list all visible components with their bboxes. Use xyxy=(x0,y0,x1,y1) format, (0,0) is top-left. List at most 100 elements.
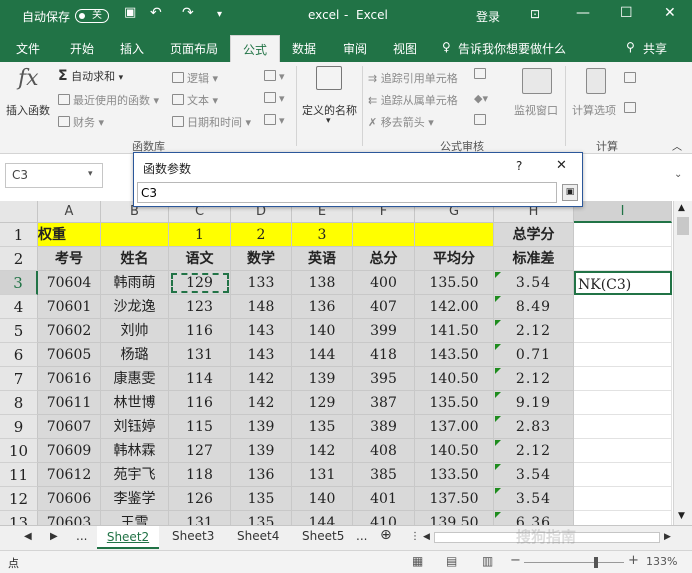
trace-dependents-button[interactable]: 追踪从属单元格 xyxy=(381,94,458,107)
data-cell-average[interactable]: 140.50 xyxy=(415,367,494,391)
sheet-tab-sheet5[interactable]: Sheet5 xyxy=(302,529,344,543)
lookup-icon[interactable]: ▾ xyxy=(264,70,285,83)
column-header-math[interactable]: 数学 xyxy=(231,247,292,271)
data-cell-math[interactable]: 135 xyxy=(231,511,292,525)
data-cell-name[interactable]: 沙龙逸 xyxy=(101,295,169,319)
column-header-std-dev[interactable]: 标准差 xyxy=(494,247,574,271)
row-header-2[interactable]: 2 xyxy=(0,247,38,271)
page-break-view-icon[interactable]: ▥ xyxy=(482,554,493,568)
data-cell-chinese[interactable]: 116 xyxy=(169,391,231,415)
chevron-down-icon[interactable]: ▾ xyxy=(88,169,93,179)
data-cell-total[interactable]: 410 xyxy=(353,511,415,525)
data-cell-total[interactable]: 389 xyxy=(353,415,415,439)
data-cell-english[interactable]: 144 xyxy=(292,511,353,525)
column-header-average[interactable]: 平均分 xyxy=(415,247,494,271)
scroll-down-icon[interactable]: ▼ xyxy=(678,511,685,521)
share-button[interactable]: 共享 xyxy=(643,40,667,57)
data-cell-exam-id[interactable]: 70607 xyxy=(38,415,101,439)
data-cell-exam-id[interactable]: 70606 xyxy=(38,487,101,511)
data-cell-std-dev[interactable]: 3.54 xyxy=(494,487,574,511)
data-cell-std-dev[interactable]: 0.71 xyxy=(494,343,574,367)
expand-formula-bar-icon[interactable]: ⌄ xyxy=(674,169,682,180)
login-link[interactable]: 登录 xyxy=(476,8,500,25)
row-header-4[interactable]: 4 xyxy=(0,295,38,319)
col-header-a[interactable]: A xyxy=(38,201,101,223)
trace-precedents-button[interactable]: 追踪引用单元格 xyxy=(381,72,458,85)
data-cell-exam-id[interactable]: 70612 xyxy=(38,463,101,487)
data-cell-std-dev[interactable]: 6.36 xyxy=(494,511,574,525)
data-cell-std-dev[interactable]: 2.12 xyxy=(494,367,574,391)
data-cell-chinese[interactable]: 123 xyxy=(169,295,231,319)
data-cell-math[interactable]: 135 xyxy=(231,487,292,511)
data-cell-average[interactable]: 135.50 xyxy=(415,271,494,295)
data-cell-chinese[interactable]: 114 xyxy=(169,367,231,391)
data-cell-exam-id[interactable]: 70603 xyxy=(38,511,101,525)
data-cell-exam-id[interactable]: 70601 xyxy=(38,295,101,319)
data-cell-math[interactable]: 139 xyxy=(231,415,292,439)
zoom-slider[interactable] xyxy=(524,562,624,563)
data-cell-std-dev[interactable]: 2.83 xyxy=(494,415,574,439)
data-cell-name[interactable]: 苑宇飞 xyxy=(101,463,169,487)
zoom-slider-thumb[interactable] xyxy=(594,557,598,568)
data-cell-chinese[interactable]: 127 xyxy=(169,439,231,463)
row-header-1[interactable]: 1 xyxy=(0,223,38,247)
evaluate-formula-icon[interactable] xyxy=(474,114,489,127)
sheet-tab-sheet3[interactable]: Sheet3 xyxy=(172,529,214,543)
row-header-10[interactable]: 10 xyxy=(0,439,38,463)
scroll-thumb[interactable] xyxy=(677,217,689,235)
column-header-exam-id[interactable]: 考号 xyxy=(38,247,101,271)
data-cell-name[interactable]: 韩林霖 xyxy=(101,439,169,463)
data-cell-english[interactable]: 144 xyxy=(292,343,353,367)
scroll-left-icon[interactable]: ◀ xyxy=(423,532,430,542)
empty-cell[interactable] xyxy=(574,319,672,343)
add-sheet-icon[interactable]: ⊕ xyxy=(380,527,392,543)
more-functions-icon[interactable]: ▾ xyxy=(264,114,285,127)
total-credit-header[interactable]: 总学分 xyxy=(494,223,574,247)
calc-sheet-icon[interactable] xyxy=(624,102,639,115)
data-cell-total[interactable]: 385 xyxy=(353,463,415,487)
data-cell-std-dev[interactable]: 9.19 xyxy=(494,391,574,415)
data-cell-average[interactable]: 142.00 xyxy=(415,295,494,319)
tab-home[interactable]: 开始 xyxy=(70,40,94,57)
close-window-icon[interactable]: ✕ xyxy=(664,5,676,21)
empty-cell[interactable] xyxy=(574,415,672,439)
column-header-name[interactable]: 姓名 xyxy=(101,247,169,271)
empty-cell[interactable] xyxy=(574,295,672,319)
tab-page-layout[interactable]: 页面布局 xyxy=(170,40,218,57)
data-cell-std-dev[interactable]: 2.12 xyxy=(494,319,574,343)
sheet-tab-sheet4[interactable]: Sheet4 xyxy=(237,529,279,543)
vertical-scrollbar[interactable]: ▲ ▼ xyxy=(673,201,692,525)
active-cell-i3[interactable]: NK(C3) xyxy=(574,271,672,295)
tab-formulas[interactable]: 公式 xyxy=(230,35,280,62)
empty-cell[interactable] xyxy=(574,367,672,391)
minimize-icon[interactable]: — xyxy=(576,5,590,21)
page-layout-view-icon[interactable]: ▤ xyxy=(446,554,457,568)
data-cell-total[interactable]: 400 xyxy=(353,271,415,295)
data-cell-average[interactable]: 140.50 xyxy=(415,439,494,463)
weight-math-cell[interactable]: 2 xyxy=(231,223,292,247)
data-cell-average[interactable]: 139.50 xyxy=(415,511,494,525)
empty-cell[interactable] xyxy=(574,487,672,511)
data-cell-chinese[interactable]: 115 xyxy=(169,415,231,439)
menu-dots-icon[interactable]: ⋮ xyxy=(410,531,420,542)
show-formulas-icon[interactable] xyxy=(474,68,489,81)
data-cell-total[interactable]: 399 xyxy=(353,319,415,343)
data-cell-exam-id[interactable]: 70604 xyxy=(38,271,101,295)
row-header-13[interactable]: 13 xyxy=(0,511,38,525)
data-cell-chinese[interactable]: 118 xyxy=(169,463,231,487)
data-cell-math[interactable]: 142 xyxy=(231,391,292,415)
calc-options-button[interactable]: 计算选项 xyxy=(572,102,616,118)
data-cell-english[interactable]: 131 xyxy=(292,463,353,487)
error-check-icon[interactable]: ◆▾ xyxy=(474,92,488,105)
data-cell-english[interactable]: 138 xyxy=(292,271,353,295)
row-header-6[interactable]: 6 xyxy=(0,343,38,367)
data-cell-total[interactable]: 395 xyxy=(353,367,415,391)
data-cell-chinese[interactable]: 131 xyxy=(169,343,231,367)
collapse-ribbon-icon[interactable]: ︿ xyxy=(672,138,682,153)
financial-button[interactable]: 财务 xyxy=(73,116,95,129)
column-header-english[interactable]: 英语 xyxy=(292,247,353,271)
data-cell-average[interactable]: 143.50 xyxy=(415,343,494,367)
autosum-button[interactable]: 自动求和 xyxy=(71,70,115,83)
ribbon-display-icon[interactable]: ⊡ xyxy=(530,7,540,21)
data-cell-average[interactable]: 133.50 xyxy=(415,463,494,487)
